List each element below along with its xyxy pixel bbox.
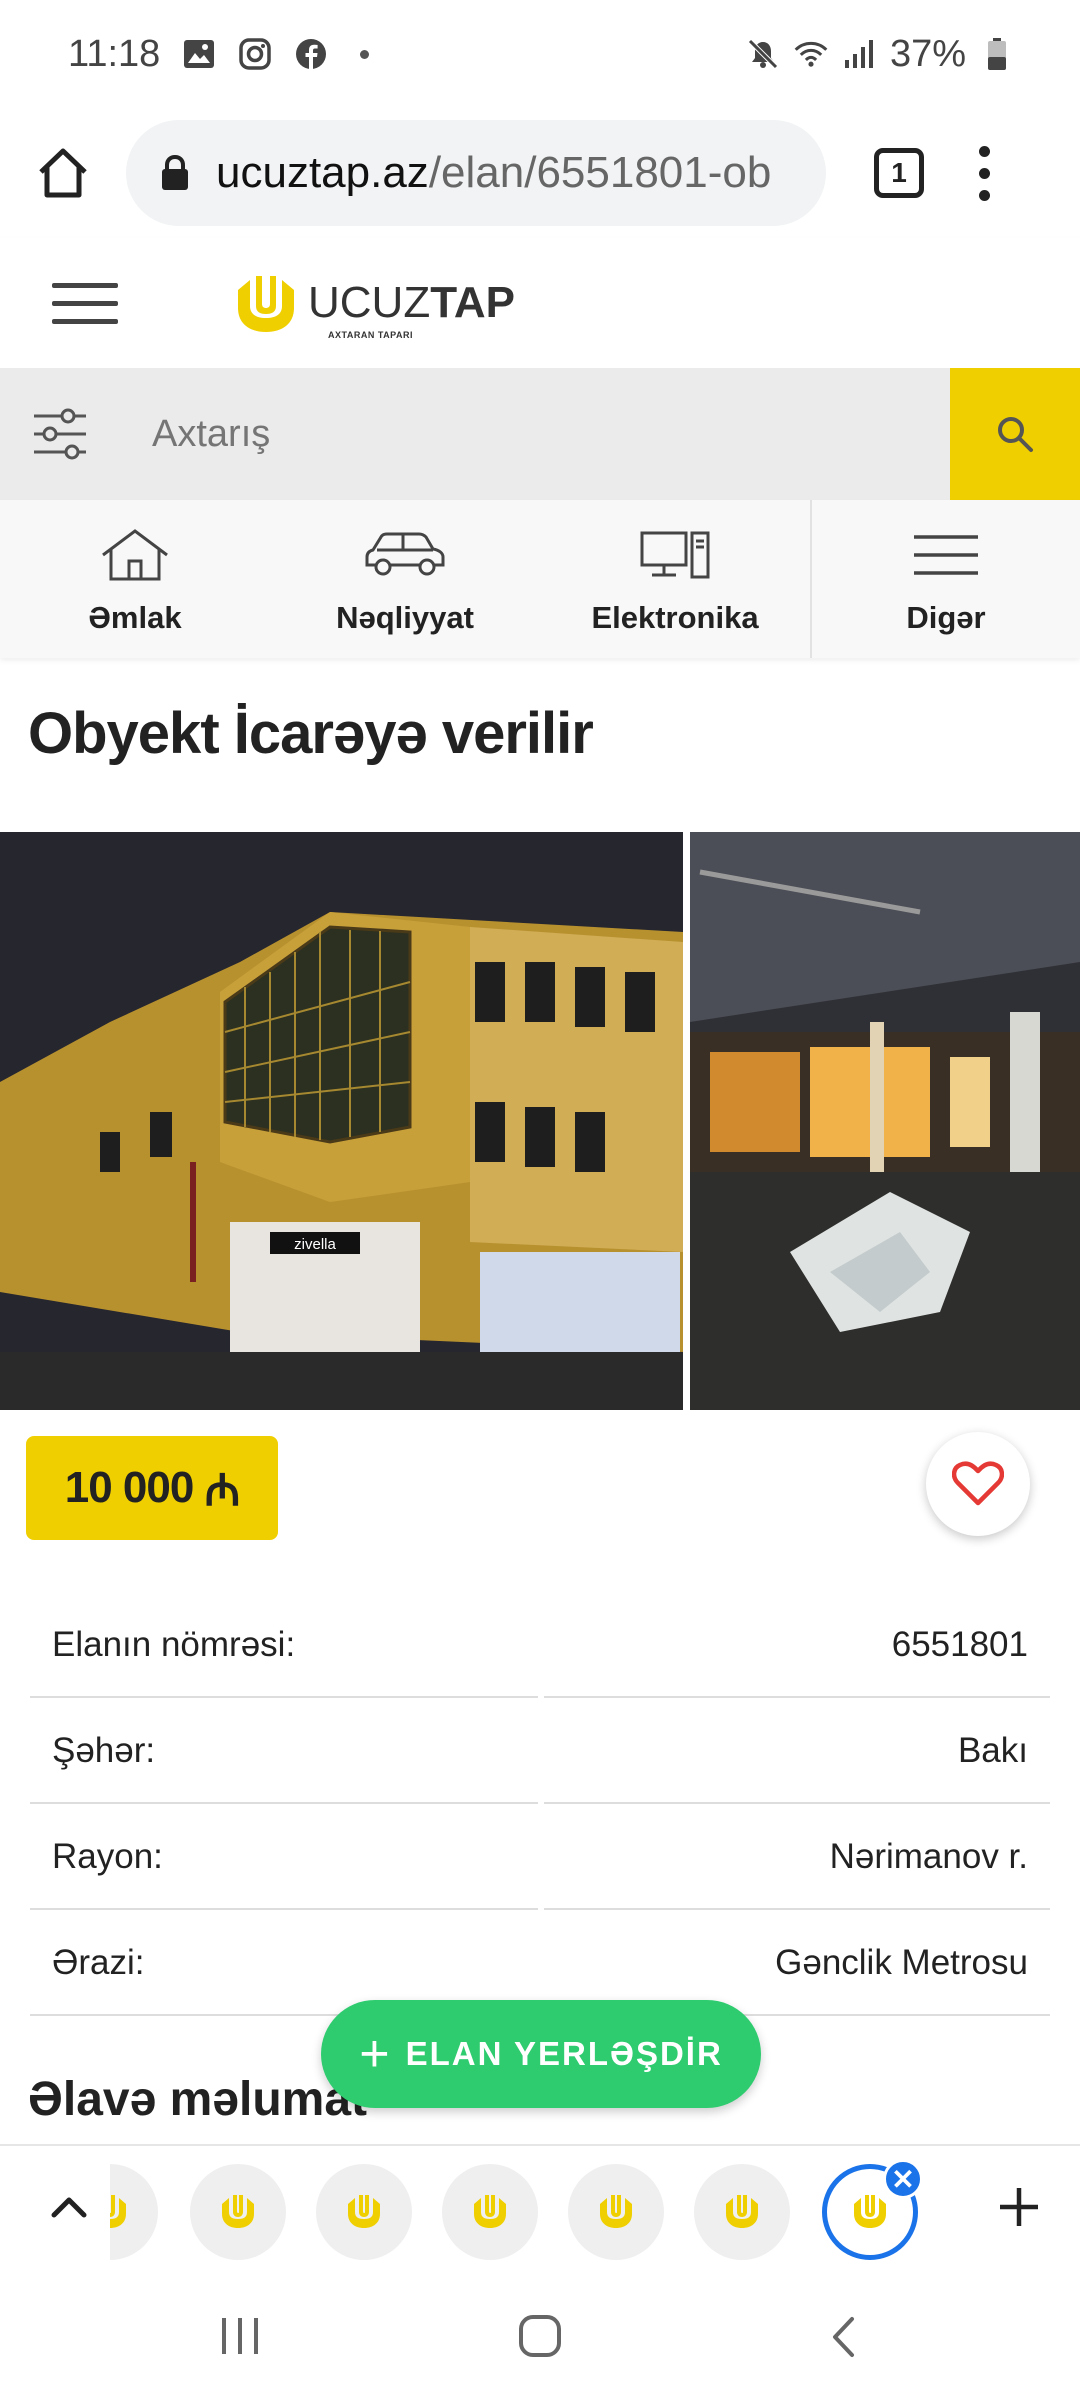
ucuztap-logo-icon bbox=[238, 276, 294, 332]
back-nav-icon[interactable] bbox=[828, 2316, 858, 2358]
detail-row-city: Şəhər: Bakı bbox=[30, 1698, 1050, 1804]
signal-icon bbox=[842, 37, 876, 71]
detail-value: 6551801 bbox=[891, 1625, 1028, 1664]
listing-photo-interior[interactable] bbox=[690, 832, 1080, 1410]
url-domain: ucuztap.az bbox=[216, 148, 429, 197]
search-button[interactable] bbox=[950, 368, 1080, 500]
ucuztap-favicon-icon bbox=[474, 2195, 506, 2228]
browser-toolbar: ucuztap.az/elan/6551801-ob 1 bbox=[0, 108, 1080, 238]
photo-gallery: zivella bbox=[0, 832, 1080, 1410]
ucuztap-favicon-icon bbox=[854, 2195, 886, 2228]
logo-wordmark: UCUZTAP bbox=[308, 278, 515, 327]
ucuztap-favicon-icon bbox=[222, 2195, 254, 2228]
search-input[interactable] bbox=[152, 412, 852, 456]
manat-currency-icon: ₼ bbox=[204, 1466, 241, 1515]
home-icon bbox=[39, 148, 87, 198]
ucuztap-favicon-icon bbox=[726, 2195, 758, 2228]
category-elektronika[interactable]: Elektronika bbox=[540, 500, 810, 658]
detail-value: Gənclik Metrosu bbox=[775, 1943, 1028, 1982]
house-icon bbox=[99, 524, 171, 586]
menu-dot-icon bbox=[978, 167, 990, 179]
lock-icon bbox=[162, 155, 188, 190]
logo-tagline: AXTARAN TAPARI bbox=[328, 330, 413, 340]
price-tag: 10 000 ₼ bbox=[26, 1436, 278, 1540]
price-value: 10 000 bbox=[64, 1463, 195, 1512]
computer-icon bbox=[640, 524, 710, 586]
gallery-icon bbox=[182, 37, 216, 71]
status-bar: 11:18 37% bbox=[0, 0, 1080, 108]
ucuztap-favicon-icon bbox=[348, 2195, 380, 2228]
detail-value: Nərimanov r. bbox=[829, 1837, 1028, 1876]
more-info-heading: Əlavə məlumat bbox=[28, 2073, 367, 2126]
detail-label: Rayon: bbox=[52, 1837, 163, 1876]
post-ad-label: ELAN YERLƏŞDİR bbox=[405, 2035, 723, 2072]
url-path: /elan/6551801-ob bbox=[428, 148, 772, 197]
browser-tab-strip: ✕ bbox=[0, 2144, 1080, 2272]
search-bar bbox=[0, 368, 1080, 500]
url-text: ucuztap.az/elan/6551801-ob bbox=[216, 148, 796, 198]
post-ad-button[interactable]: + ELAN YERLƏŞDİR bbox=[321, 2000, 761, 2108]
menu-lines-icon bbox=[912, 524, 980, 586]
tab-thumbnail[interactable] bbox=[442, 2164, 538, 2260]
listing-details: Elanın nömrəsi: 6551801 Şəhər: Bakı Rayo… bbox=[30, 1592, 1050, 2016]
menu-dot-icon bbox=[978, 189, 990, 201]
favorite-button[interactable] bbox=[926, 1432, 1030, 1536]
tab-thumbnail[interactable] bbox=[190, 2164, 286, 2260]
active-tab-thumbnail[interactable]: ✕ bbox=[822, 2159, 923, 2260]
instagram-icon bbox=[238, 37, 272, 71]
car-icon bbox=[363, 524, 447, 586]
ucuztap-favicon-icon bbox=[600, 2195, 632, 2228]
recent-apps-icon[interactable] bbox=[218, 2316, 262, 2356]
filter-icon[interactable] bbox=[32, 406, 88, 462]
shop-sign-text: zivella bbox=[294, 1236, 336, 1253]
category-label: Digər bbox=[906, 600, 986, 635]
category-label: Nəqliyyat bbox=[336, 600, 474, 635]
mute-icon bbox=[746, 37, 780, 71]
address-bar[interactable]: ucuztap.az/elan/6551801-ob bbox=[126, 120, 826, 226]
hamburger-menu-icon[interactable] bbox=[52, 282, 118, 324]
detail-label: Elanın nömrəsi: bbox=[52, 1625, 296, 1664]
category-nav: Əmlak Nəqliyyat Elektronika Digər bbox=[0, 500, 1080, 658]
listing-photo-building[interactable]: zivella bbox=[0, 832, 683, 1410]
browser-menu-button[interactable] bbox=[974, 145, 994, 201]
battery-percent: 37% bbox=[889, 32, 966, 75]
site-logo[interactable]: UCUZTAP AXTARAN TAPARI bbox=[232, 272, 515, 340]
tab-thumbnail[interactable] bbox=[568, 2164, 664, 2260]
tab-thumbnail[interactable] bbox=[694, 2164, 790, 2260]
heart-icon bbox=[952, 1461, 1004, 1506]
category-neqliyyat[interactable]: Nəqliyyat bbox=[270, 500, 540, 658]
facebook-icon bbox=[294, 37, 328, 71]
new-tab-plus-icon[interactable] bbox=[994, 2182, 1044, 2232]
site-header: UCUZTAP AXTARAN TAPARI bbox=[0, 238, 1080, 368]
close-tab-icon[interactable]: ✕ bbox=[883, 2159, 923, 2199]
wifi-icon bbox=[794, 37, 828, 71]
category-diger[interactable]: Digər bbox=[810, 500, 1080, 658]
chevron-up-icon[interactable] bbox=[44, 2182, 94, 2232]
detail-row-ad-number: Elanın nömrəsi: 6551801 bbox=[30, 1592, 1050, 1698]
menu-dot-icon bbox=[978, 145, 990, 157]
detail-value: Bakı bbox=[957, 1731, 1028, 1770]
detail-label: Şəhər: bbox=[52, 1731, 156, 1770]
status-time: 11:18 bbox=[68, 32, 161, 75]
category-label: Əmlak bbox=[88, 600, 182, 635]
detail-label: Ərazi: bbox=[52, 1943, 145, 1982]
ucuztap-favicon-icon bbox=[110, 2195, 126, 2228]
plus-icon: + bbox=[359, 2025, 392, 2083]
notification-dot bbox=[360, 49, 370, 59]
battery-icon bbox=[980, 37, 1014, 71]
detail-row-district: Rayon: Nərimanov r. bbox=[30, 1804, 1050, 1910]
tab-thumbnail[interactable] bbox=[316, 2164, 412, 2260]
listing-title: Obyekt İcarəyə verilir bbox=[28, 701, 594, 766]
home-nav-icon[interactable] bbox=[518, 2314, 562, 2358]
system-navigation-bar bbox=[0, 2272, 1080, 2400]
category-label: Elektronika bbox=[591, 600, 759, 635]
category-emlak[interactable]: Əmlak bbox=[0, 500, 270, 658]
home-button[interactable] bbox=[30, 140, 96, 206]
tab-switcher-button[interactable]: 1 bbox=[874, 148, 924, 198]
search-icon bbox=[998, 417, 1033, 452]
